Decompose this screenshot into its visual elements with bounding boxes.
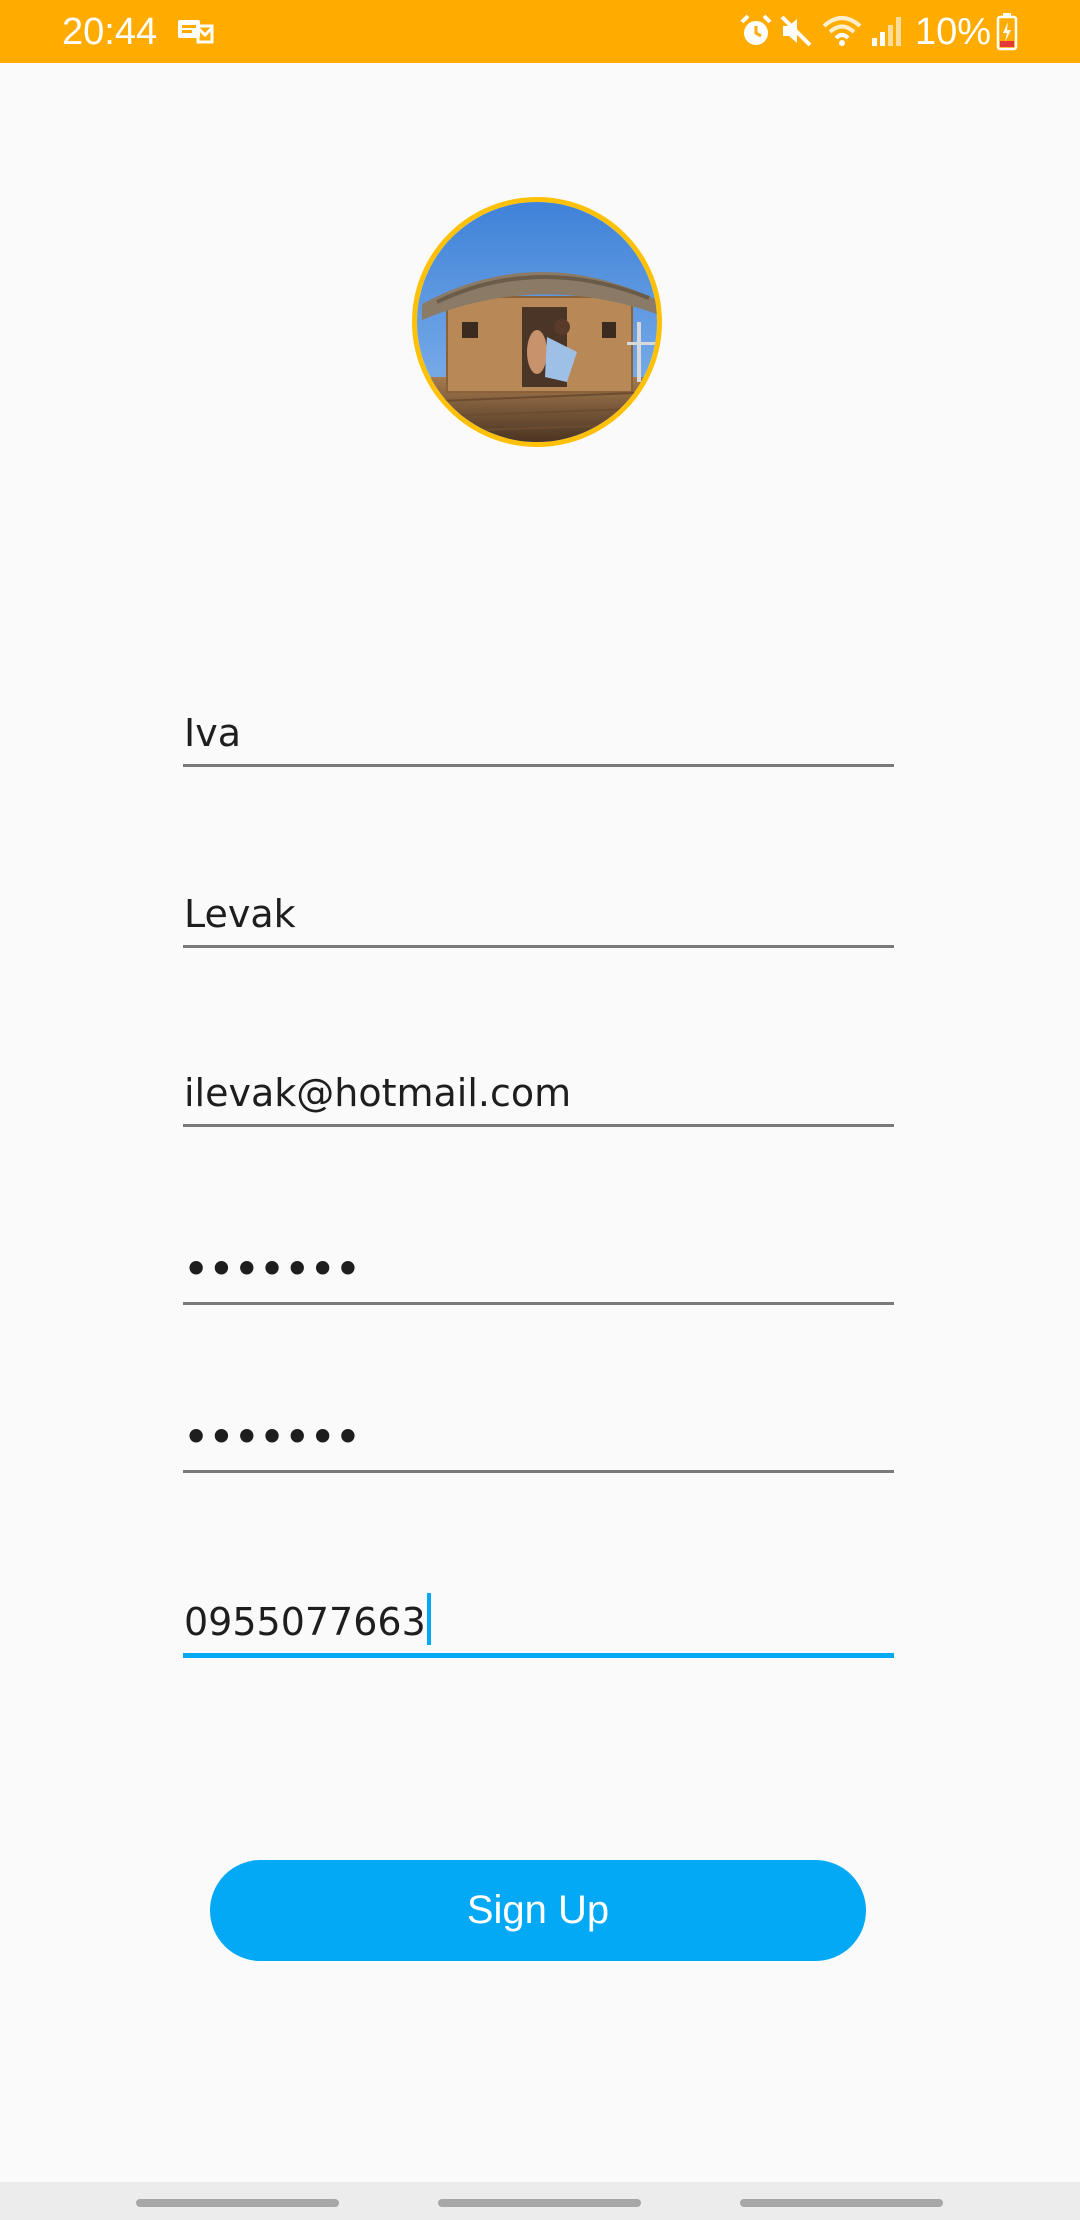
phone-value-wrap: 0955077663 bbox=[184, 1593, 431, 1645]
back-button[interactable] bbox=[740, 2199, 943, 2207]
first-name-value: Iva bbox=[184, 711, 241, 755]
email-value: ilevak@hotmail.com bbox=[184, 1071, 572, 1115]
wifi-icon bbox=[822, 16, 862, 46]
profile-photo bbox=[417, 202, 657, 442]
last-name-value: Levak bbox=[184, 892, 296, 936]
signup-screen: 20:44 10% Iva Levak ilevak@hotmail.com •… bbox=[0, 0, 1080, 2220]
message-notification-icon bbox=[178, 20, 214, 44]
first-name-field[interactable]: Iva bbox=[183, 701, 894, 767]
status-bar: 20:44 10% bbox=[0, 0, 1080, 63]
phone-field[interactable]: 0955077663 bbox=[183, 1591, 894, 1658]
status-time: 20:44 bbox=[62, 11, 158, 53]
alarm-icon bbox=[740, 14, 772, 45]
navigation-bar bbox=[0, 2182, 1080, 2220]
confirm-password-value: ••••••• bbox=[184, 1415, 362, 1459]
home-button[interactable] bbox=[438, 2199, 641, 2207]
sign-up-button[interactable]: Sign Up bbox=[210, 1860, 866, 1961]
email-field[interactable]: ilevak@hotmail.com bbox=[183, 1061, 894, 1127]
password-value: ••••••• bbox=[184, 1247, 362, 1291]
battery-percentage: 10% bbox=[915, 11, 992, 53]
signal-icon bbox=[872, 17, 901, 46]
mute-icon bbox=[780, 15, 812, 47]
text-cursor bbox=[426, 1593, 431, 1645]
password-field[interactable]: ••••••• bbox=[183, 1239, 894, 1305]
battery-charging-icon bbox=[996, 13, 1018, 51]
phone-value: 0955077663 bbox=[184, 1600, 426, 1644]
confirm-password-field[interactable]: ••••••• bbox=[183, 1407, 894, 1473]
last-name-field[interactable]: Levak bbox=[183, 882, 894, 948]
recent-apps-button[interactable] bbox=[136, 2199, 339, 2207]
profile-avatar[interactable] bbox=[412, 197, 662, 447]
